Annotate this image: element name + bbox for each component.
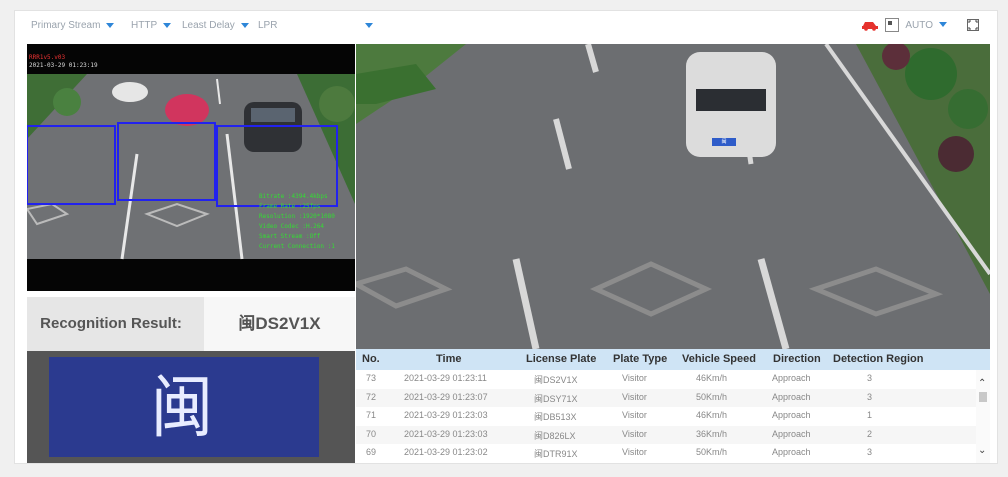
column-header: License Plate: [526, 353, 597, 365]
table-cell: 闽D826LX: [534, 430, 576, 441]
chevron-down-icon: [365, 22, 374, 28]
table-cell: Visitor: [622, 391, 647, 402]
chevron-down-icon: [240, 22, 249, 28]
osd-timestamp: 2021-03-29 01:23:19: [29, 62, 98, 69]
protocol-select[interactable]: HTTP: [131, 20, 172, 31]
plate-crop-text: 闽D·S2V1: [150, 367, 215, 448]
table-cell: 73: [366, 373, 377, 383]
chevron-up-icon[interactable]: ⌃: [978, 378, 986, 389]
window-icon[interactable]: [885, 18, 900, 32]
recognition-result-value: 闽DS2V1X: [204, 297, 355, 351]
table-cell: Approach: [772, 391, 811, 402]
auto-select[interactable]: AUTO: [905, 20, 947, 31]
table-row[interactable]: 69 2021-03-29 01:23:02 闽DTR91X Visitor 50Km/…: [356, 444, 976, 462]
chevron-down-icon[interactable]: ⌄: [978, 445, 986, 456]
recognition-result-panel: Recognition Result: 闽DS2V1X: [27, 297, 355, 351]
detection-records-table: No. Time License Plate Plate Type Vehicl…: [356, 349, 990, 463]
table-row[interactable]: 73 2021-03-29 01:23:11 闽DS2V1X Visitor 46Km/…: [356, 370, 976, 388]
table-cell: 2021-03-29 01:23:02: [404, 447, 488, 457]
table-scrollbar[interactable]: ⌃ ⌄: [976, 370, 990, 463]
recognition-result-label: Recognition Result:: [40, 315, 182, 332]
table-cell: Approach: [772, 428, 811, 439]
table-cell: Approach: [772, 373, 811, 383]
table-cell: 46Km/h: [696, 373, 728, 383]
vehicle-plate-overlay: 闽DS2V1X: [721, 139, 727, 145]
toolbar-right: AUTO: [861, 18, 979, 32]
table-cell: 3: [867, 447, 873, 457]
table-cell: 1: [867, 410, 873, 420]
main-video-image: [356, 44, 990, 349]
table-cell: 闽DSY71X: [534, 393, 578, 404]
table-row[interactable]: 71 2021-03-29 01:23:03 闽DB513X Visitor 46Km/…: [356, 407, 976, 425]
scrollbar-thumb[interactable]: [979, 392, 987, 402]
table-body: 73 2021-03-29 01:23:11 闽DS2V1X Visitor 46Km/…: [356, 370, 976, 463]
chevron-down-icon: [163, 22, 172, 28]
protocol-select-label: HTTP: [131, 20, 158, 31]
column-header: No.: [362, 353, 380, 365]
table-cell: 72: [366, 391, 377, 402]
table-cell: Approach: [772, 447, 811, 457]
table-cell: 70: [366, 428, 377, 439]
table-cell: 2021-03-29 01:23:07: [404, 391, 488, 402]
table-cell: 闽DTR91X: [534, 449, 578, 459]
table-cell: 71: [366, 410, 377, 420]
osd-info-line: Resolution :1920*1080: [259, 213, 335, 220]
chevron-down-icon: [106, 22, 115, 28]
osd-info-line: Frame Rate :25fps: [259, 203, 321, 210]
delay-select[interactable]: Least Delay: [182, 20, 249, 31]
table-cell: 3: [867, 373, 873, 383]
fullscreen-icon[interactable]: [967, 19, 979, 31]
plate-crop-image: 闽D·S2V1: [27, 351, 355, 463]
table-cell: 2021-03-29 01:23:03: [404, 410, 488, 420]
car-icon[interactable]: [861, 19, 879, 31]
auto-label: AUTO: [905, 19, 933, 31]
table-cell: Approach: [772, 410, 811, 420]
osd-top-label: RRR1v5.v03: [29, 54, 66, 61]
column-header: Detection Region: [833, 353, 924, 365]
osd-info-line: Video Codec :H.264: [259, 223, 325, 230]
table-cell: 50Km/h: [696, 391, 728, 402]
table-cell: Visitor: [622, 373, 647, 383]
chevron-down-icon: [939, 22, 947, 28]
table-cell: Visitor: [622, 410, 647, 420]
table-header: No. Time License Plate Plate Type Vehicl…: [356, 349, 990, 370]
table-cell: 36Km/h: [696, 428, 728, 439]
detection-preview-image: [27, 44, 355, 291]
column-header: Direction: [773, 353, 821, 365]
table-cell: Visitor: [622, 447, 647, 457]
mode-select[interactable]: LPR: [258, 20, 374, 31]
table-row[interactable]: 70 2021-03-29 01:23:03 闽D826LX Visitor 36Km/…: [356, 425, 976, 444]
detection-preview-video[interactable]: RRR1v5.v03 2021-03-29 01:23:19 Bitrate :…: [27, 44, 355, 291]
osd-info-line: Current Connection :1: [259, 243, 335, 250]
table-cell: 69: [366, 447, 377, 457]
stream-select[interactable]: Primary Stream: [31, 20, 115, 31]
delay-select-label: Least Delay: [182, 20, 235, 31]
table-cell: 2021-03-29 01:23:11: [404, 373, 487, 383]
live-view-panel: Primary Stream HTTP Least Delay LPR AUTO: [14, 10, 998, 464]
table-cell: 50Km/h: [696, 447, 728, 457]
osd-info-line: Bitrate :4394.4kbps: [259, 193, 328, 200]
table-cell: 3: [867, 391, 873, 402]
table-cell: 闽DS2V1X: [534, 375, 578, 385]
table-cell: 2: [867, 428, 873, 439]
table-cell: 2021-03-29 01:23:03: [404, 428, 488, 439]
column-header: Plate Type: [613, 353, 668, 365]
table-cell: Visitor: [622, 428, 647, 439]
column-header: Vehicle Speed: [682, 353, 756, 365]
toolbar: Primary Stream HTTP Least Delay LPR AUTO: [15, 11, 997, 43]
column-header: Time: [436, 353, 462, 365]
osd-stream-info: Bitrate :4394.4kbps Frame Rate :25fps Re…: [259, 192, 335, 252]
table-row[interactable]: 72 2021-03-29 01:23:07 闽DSY71X Visitor 50Km/…: [356, 388, 976, 407]
mode-select-label: LPR: [258, 20, 278, 31]
osd-info-line: Smart Stream :Off: [259, 233, 321, 240]
main-live-video[interactable]: 闽DS2V1X: [356, 44, 990, 349]
table-cell: 闽DB513X: [534, 412, 577, 422]
table-cell: 46Km/h: [696, 410, 728, 420]
stream-select-label: Primary Stream: [31, 20, 101, 31]
